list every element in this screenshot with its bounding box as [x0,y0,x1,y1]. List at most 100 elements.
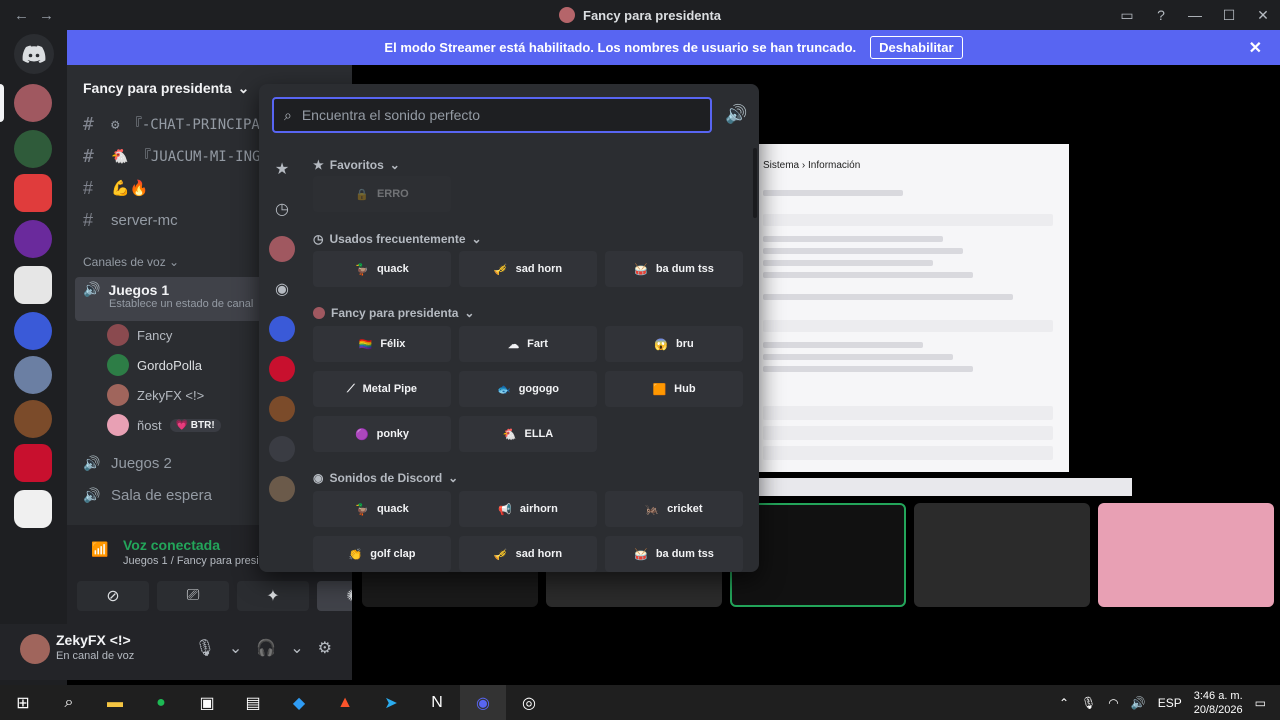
voice-user[interactable]: GordoPolla [107,352,202,378]
window-title: Fancy para presidenta [0,7,1280,23]
camera-off-button[interactable]: ⊘ [77,581,149,611]
sound-button[interactable]: 🦆 quack [313,491,451,527]
sound-list: ★ Favoritos ⌄ 🔒 ERRO ◷ Usados frecuentem… [305,148,745,572]
server-icon-7[interactable] [14,356,52,394]
sound-button[interactable]: 📢 airhorn [459,491,597,527]
clock[interactable]: 3:46 a. m. 20/8/2026 [1194,689,1243,717]
microphone-icon[interactable]: 🎙 [195,638,215,658]
server-icon-gw[interactable] [269,316,295,342]
avatar[interactable] [20,634,50,664]
chevron-down-icon[interactable]: ⌄ [229,638,242,658]
sound-button[interactable]: 🐔 ELLA [459,416,597,452]
sound-button[interactable]: 🥁 ba dum tss [605,251,743,287]
volume-icon[interactable]: 🔊 [725,104,747,125]
voice-user[interactable]: ñost 💗 BTR! [107,412,221,438]
voice-user[interactable]: Fancy [107,322,172,348]
chevron-down-icon[interactable]: ⌄ [290,638,303,658]
sound-button[interactable]: ☁ Fart [459,326,597,362]
brave-icon[interactable]: ▲ [322,685,368,720]
spotify-icon[interactable]: ● [138,685,184,720]
user-badge: 💗 BTR! [169,418,221,432]
clock-icon[interactable]: ◷ [269,196,295,222]
section-favoritos[interactable]: ★ Favoritos ⌄ [313,158,400,172]
scrollbar[interactable] [753,148,757,218]
back-arrow-icon[interactable]: ← [14,7,29,24]
sound-button[interactable]: 🟧 Hub [605,371,743,407]
server-icon-9[interactable] [269,436,295,462]
voice-user[interactable]: ZekyFX <!> [107,382,204,408]
server-icon-2[interactable] [14,130,52,168]
server-icon-10[interactable] [269,476,295,502]
sound-locked[interactable]: 🔒 ERRO [313,176,451,212]
search-icon[interactable]: ⌕ [46,685,92,720]
server-icon-fancy[interactable] [14,84,52,122]
server-icon-4[interactable] [14,220,52,258]
discord-taskbar-icon[interactable]: ◉ [460,685,506,720]
section-fancy[interactable]: Fancy para presidenta ⌄ [313,306,474,320]
server-icon-chess[interactable] [14,490,52,528]
notepad-icon[interactable]: ▤ [230,685,276,720]
forward-arrow-icon[interactable]: → [39,7,54,24]
activities-button[interactable]: ✦ [237,581,309,611]
section-discord[interactable]: ◉ Sonidos de Discord ⌄ [313,471,458,485]
server-icon-ea[interactable] [14,266,52,304]
minimize-button[interactable]: — [1178,0,1212,30]
server-icon-3[interactable] [14,174,52,212]
maximize-button[interactable]: ☐ [1212,0,1246,30]
search-input[interactable] [301,107,692,123]
speaker-icon: 🔊 [83,281,101,297]
help-icon[interactable]: ? [1144,0,1178,30]
participant-tile[interactable] [914,503,1090,607]
notification-icon[interactable]: ▭ [1255,696,1266,710]
file-explorer-icon[interactable]: ▬ [92,685,138,720]
notion-icon[interactable]: N [414,685,460,720]
language-indicator[interactable]: ESP [1158,696,1182,710]
microphone-icon[interactable]: 🎙 [1081,696,1096,710]
user-name[interactable]: ZekyFX <!> [56,632,131,648]
star-icon[interactable]: ★ [269,156,295,182]
disable-streamer-button[interactable]: Deshabilitar [870,36,963,59]
headphones-icon[interactable]: 🎧 [256,638,276,658]
hash-icon: # [83,177,94,198]
inbox-icon[interactable]: ▭ [1110,0,1144,30]
sound-button[interactable]: 🦗 cricket [605,491,743,527]
server-icon-8[interactable] [269,396,295,422]
sound-button[interactable]: 🐟 gogogo [459,371,597,407]
sound-button[interactable]: 🥁 ba dum tss [605,536,743,572]
close-banner-icon[interactable]: ✕ [1249,38,1262,58]
sound-button[interactable]: 👏 golf clap [313,536,451,572]
soundboard-search[interactable]: ⌕ [272,97,712,133]
close-window-button[interactable]: ✕ [1246,0,1280,30]
server-icon-8[interactable] [14,400,52,438]
screen-share-stream[interactable]: Sistema › Información [757,144,1069,472]
sound-button[interactable]: 🟣 ponky [313,416,451,452]
discord-icon[interactable]: ◉ [269,276,295,302]
search-icon: ⌕ [284,106,292,123]
windows-start-icon[interactable]: ⊞ [0,685,46,720]
sound-button[interactable]: 🎺 sad horn [459,536,597,572]
sound-button[interactable]: 😱 bru [605,326,743,362]
sound-button[interactable]: 🎺 sad horn [459,251,597,287]
sound-button[interactable]: 🏳️‍🌈 Félix [313,326,451,362]
screen-share-button[interactable]: ⎚ [157,581,229,611]
voice-status[interactable]: Voz conectada [123,537,220,553]
section-usados[interactable]: ◷ Usados frecuentemente ⌄ [313,232,482,246]
obs-icon[interactable]: ◎ [506,685,552,720]
participant-tile[interactable] [1098,503,1274,607]
server-icon-gw[interactable] [14,312,52,350]
telegram-icon[interactable]: ➤ [368,685,414,720]
voice-category[interactable]: Canales de voz ⌄ [83,255,179,269]
discord-home-icon[interactable] [14,34,54,74]
server-icon-uk[interactable] [269,356,295,382]
signal-icon[interactable]: 📶 [91,541,108,558]
volume-icon[interactable]: 🔊 [1131,696,1146,710]
sound-button[interactable]: 🦆 quack [313,251,451,287]
server-icon-fancy[interactable] [269,236,295,262]
chevron-up-icon[interactable]: ⌃ [1059,696,1069,710]
sound-button[interactable]: ⟋ Metal Pipe [313,371,451,407]
wifi-icon[interactable]: ◠ [1108,696,1118,710]
server-icon-uk[interactable] [14,444,52,482]
gear-icon[interactable]: ⚙ [318,638,332,658]
vscode-icon[interactable]: ◆ [276,685,322,720]
app-icon[interactable]: ▣ [184,685,230,720]
